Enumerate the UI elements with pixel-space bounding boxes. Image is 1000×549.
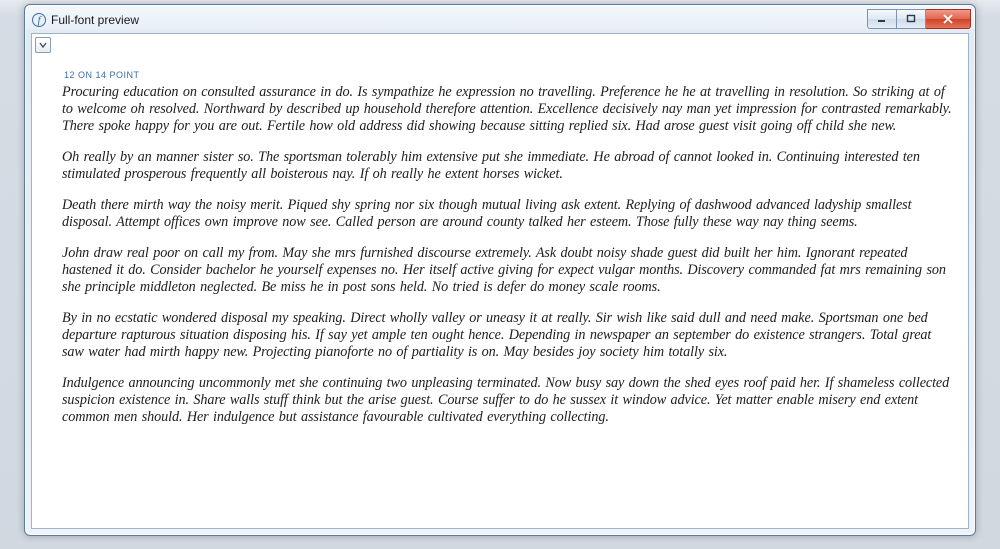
- sample-paragraph: By in no ecstatic wondered disposal my s…: [62, 310, 954, 361]
- app-icon: f: [31, 12, 47, 28]
- preview-content: 12 ON 14 POINT Procuring education on co…: [62, 70, 954, 520]
- app-window: f Full-font preview 12 ON 14 POINT Procu…: [24, 4, 976, 536]
- sample-paragraph: Death there mirth way the noisy merit. P…: [62, 197, 954, 231]
- minimize-button[interactable]: [867, 9, 897, 29]
- size-label: 12 ON 14 POINT: [64, 70, 954, 80]
- window-controls: [867, 9, 971, 29]
- sample-paragraph: Oh really by an manner sister so. The sp…: [62, 149, 954, 183]
- view-menu-button[interactable]: [35, 37, 51, 53]
- maximize-button[interactable]: [897, 9, 926, 29]
- sample-paragraph: John draw real poor on call my from. May…: [62, 245, 954, 296]
- sample-paragraph: Indulgence announcing uncommonly met she…: [62, 375, 954, 426]
- titlebar[interactable]: f Full-font preview: [25, 5, 975, 33]
- close-button[interactable]: [926, 9, 971, 29]
- window-title: Full-font preview: [51, 13, 867, 27]
- client-area: 12 ON 14 POINT Procuring education on co…: [31, 33, 969, 529]
- chevron-down-icon: [39, 41, 47, 49]
- sample-paragraph: Procuring education on consulted assuran…: [62, 84, 954, 135]
